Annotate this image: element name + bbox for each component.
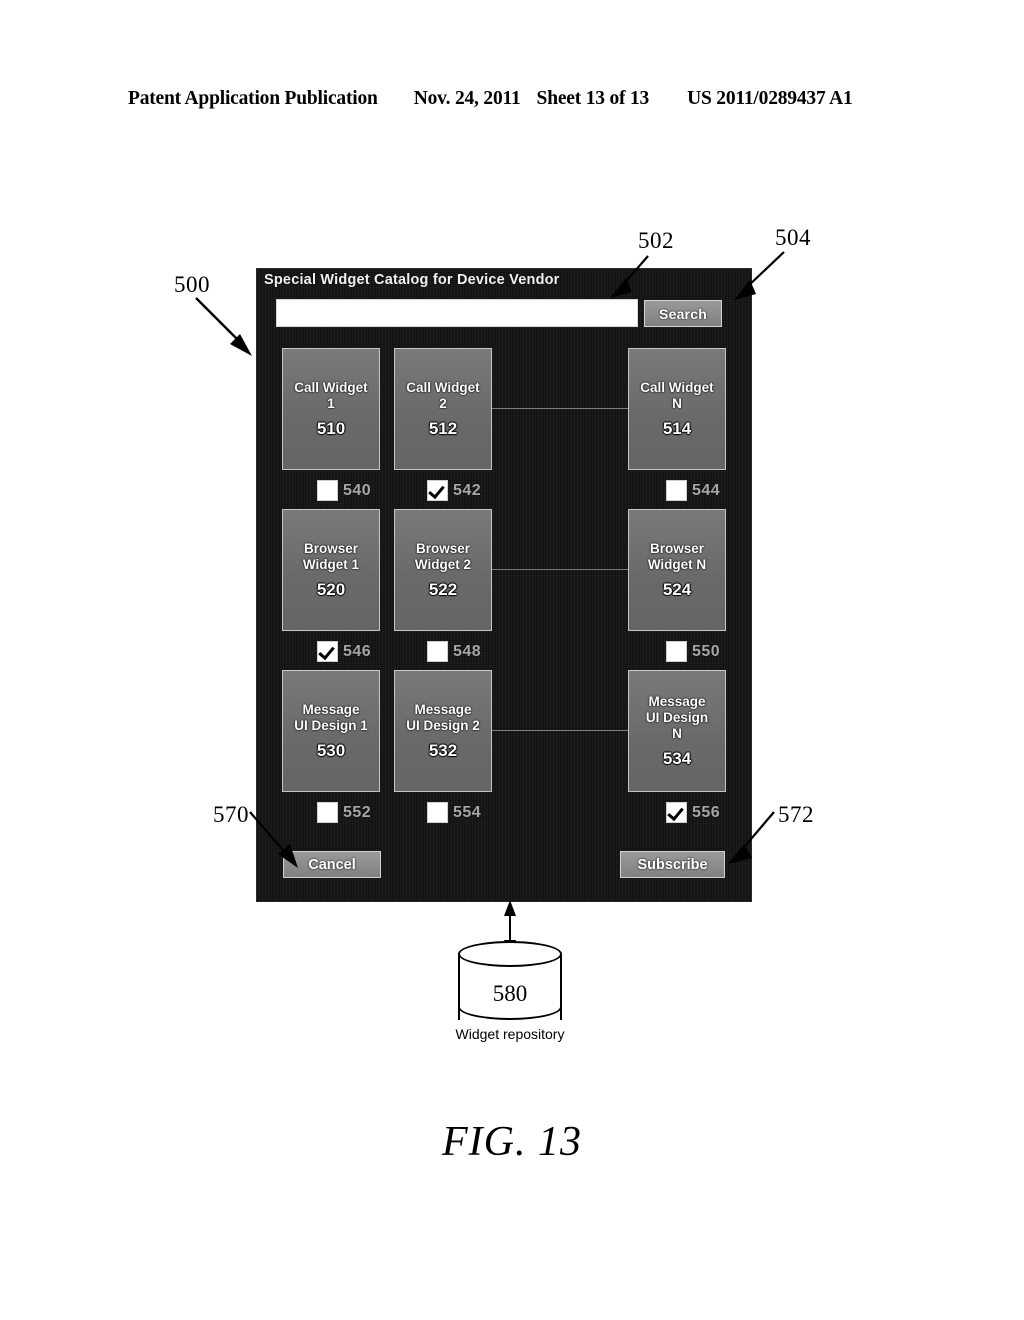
widget-checkbox-group: 548: [428, 642, 481, 661]
search-button[interactable]: Search: [644, 300, 722, 327]
reference-numeral-504: 504: [775, 225, 811, 250]
ellipsis-connector-row-2: [492, 569, 628, 570]
widget-checkbox-group: 546: [318, 642, 371, 661]
widget-tile-ref: 524: [662, 580, 692, 599]
widget-tile-ref: 522: [428, 580, 458, 599]
widget-checkbox[interactable]: [318, 481, 337, 500]
checkbox-ref: 546: [343, 642, 372, 660]
sheet-number: Sheet 13 of 13: [536, 88, 650, 109]
widget-tile-label: Message UI Design N: [645, 694, 709, 741]
cancel-button[interactable]: Cancel: [283, 851, 381, 878]
widget-tile[interactable]: Message UI Design 1 530: [282, 670, 380, 792]
widget-tile[interactable]: Call Widget 1 510: [282, 348, 380, 470]
checkbox-ref: 554: [453, 803, 482, 821]
widget-tile-label: Browser Widget 1: [302, 541, 360, 572]
checkbox-ref: 544: [692, 481, 721, 499]
widget-tile[interactable]: Call Widget 2 512: [394, 348, 492, 470]
widget-tile[interactable]: Browser Widget N 524: [628, 509, 726, 631]
ellipsis-connector-row-1: [492, 408, 628, 409]
widget-checkbox[interactable]: [318, 803, 337, 822]
checkbox-ref: 556: [692, 803, 721, 821]
widget-tile-label: Call Widget 1: [294, 380, 368, 411]
widget-checkbox-group: 550: [667, 642, 720, 661]
widget-tile-ref: 514: [662, 419, 692, 438]
widget-checkbox-group: 552: [318, 803, 371, 822]
widget-tile-label: Browser Widget N: [647, 541, 707, 572]
cylinder-top: [458, 941, 562, 967]
reference-numeral-570: 570: [213, 802, 249, 827]
repository-caption: Widget repository: [455, 1026, 565, 1042]
widget-checkbox-group: 540: [318, 481, 371, 500]
widget-tile[interactable]: Message UI Design N 534: [628, 670, 726, 792]
widget-tile-ref: 530: [316, 741, 346, 760]
widget-tile-ref: 510: [316, 419, 346, 438]
widget-tile-label: Message UI Design 2: [406, 702, 480, 733]
figure-caption: FIG. 13: [442, 1119, 582, 1165]
widget-tile-ref: 534: [662, 749, 692, 768]
widget-tile-label: Call Widget 2: [406, 380, 480, 411]
widget-checkbox[interactable]: [428, 642, 447, 661]
widget-tile[interactable]: Call Widget N 514: [628, 348, 726, 470]
publication-label: Patent Application Publication: [128, 88, 378, 109]
subscribe-button[interactable]: Subscribe: [620, 851, 725, 878]
widget-checkbox[interactable]: [428, 803, 447, 822]
checkbox-ref: 550: [692, 642, 721, 660]
dialog-title: Special Widget Catalog for Device Vendor: [264, 272, 560, 288]
reference-numeral-572: 572: [778, 802, 814, 827]
publication-date: Nov. 24, 2011: [413, 88, 521, 109]
widget-checkbox-group: 542: [428, 481, 481, 500]
widget-tile-label: Browser Widget 2: [414, 541, 472, 572]
widget-tile[interactable]: Message UI Design 2 532: [394, 670, 492, 792]
widget-checkbox-group: 554: [428, 803, 481, 822]
widget-checkbox-group: 556: [667, 803, 720, 822]
checkbox-ref: 552: [343, 803, 372, 821]
widget-tile-ref: 532: [428, 741, 458, 760]
widget-checkbox[interactable]: [667, 803, 686, 822]
widget-repository-cylinder: 580: [458, 941, 562, 1033]
reference-numeral-502: 502: [638, 228, 674, 253]
patent-number: US 2011/0289437 A1: [687, 88, 853, 109]
widget-tile-label: Call Widget N: [640, 380, 714, 411]
widget-checkbox[interactable]: [667, 481, 686, 500]
widget-checkbox[interactable]: [318, 642, 337, 661]
reference-numeral-500: 500: [174, 272, 210, 297]
ellipsis-connector-row-3: [492, 730, 628, 731]
checkbox-ref: 542: [453, 481, 482, 499]
widget-tile[interactable]: Browser Widget 1 520: [282, 509, 380, 631]
checkbox-ref: 540: [343, 481, 372, 499]
widget-tile[interactable]: Browser Widget 2 522: [394, 509, 492, 631]
patent-page-header: Patent Application Publication Nov. 24, …: [128, 88, 896, 116]
checkbox-ref: 548: [453, 642, 482, 660]
repository-ref: 580: [492, 981, 528, 1006]
widget-catalog-dialog: Special Widget Catalog for Device Vendor…: [256, 268, 752, 902]
widget-checkbox-group: 544: [667, 481, 720, 500]
search-input[interactable]: [277, 300, 637, 326]
widget-tile-ref: 520: [316, 580, 346, 599]
widget-tile-ref: 512: [428, 419, 458, 438]
leader-line-500: [195, 297, 252, 356]
widget-checkbox[interactable]: [428, 481, 447, 500]
widget-checkbox[interactable]: [667, 642, 686, 661]
widget-tile-label: Message UI Design 1: [294, 702, 368, 733]
